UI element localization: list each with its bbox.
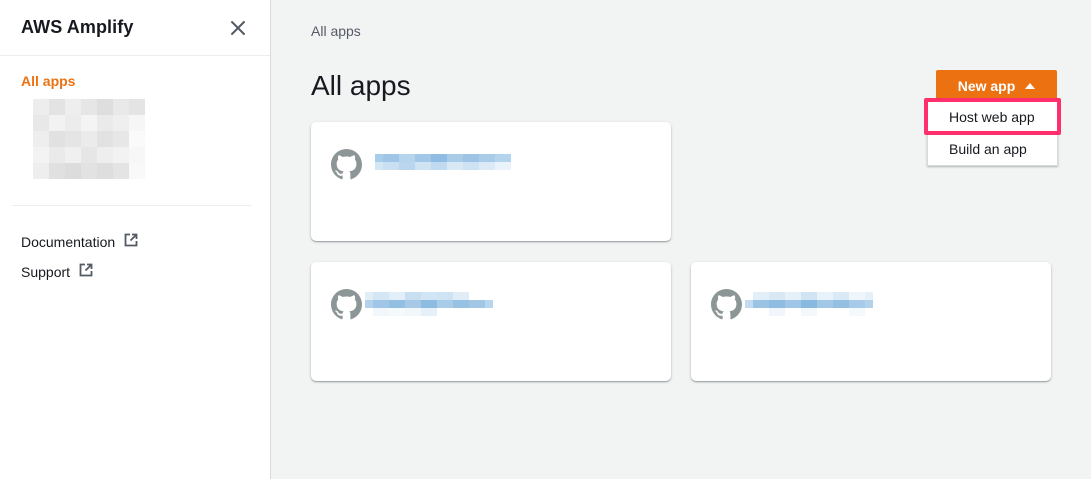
external-link-icon — [79, 263, 93, 280]
github-icon — [331, 289, 362, 320]
redacted-app-name[interactable] — [745, 292, 873, 316]
new-app-dropdown: Host web app Build an app — [927, 100, 1058, 166]
sidebar-divider — [12, 205, 251, 206]
new-app-label: New app — [957, 78, 1016, 94]
documentation-label: Documentation — [21, 233, 116, 250]
sidebar: AWS Amplify All apps Documentation Suppo… — [0, 0, 271, 479]
support-link[interactable]: Support — [21, 263, 93, 280]
breadcrumb[interactable]: All apps — [311, 23, 361, 39]
github-icon — [711, 289, 742, 320]
app-card[interactable] — [311, 122, 671, 241]
redacted-app-name[interactable] — [33, 147, 145, 163]
github-icon — [331, 149, 362, 180]
sidebar-title: AWS Amplify — [21, 17, 134, 37]
caret-up-icon — [1025, 83, 1036, 89]
redacted-app-name[interactable] — [33, 99, 145, 115]
documentation-link[interactable]: Documentation — [21, 233, 138, 250]
support-label: Support — [21, 263, 71, 280]
redacted-app-name[interactable] — [33, 163, 145, 179]
nav-item-all-apps[interactable]: All apps — [21, 73, 75, 89]
build-an-app-option[interactable]: Build an app — [928, 133, 1057, 165]
redacted-app-name[interactable] — [33, 115, 145, 131]
external-link-icon — [124, 233, 138, 250]
sidebar-header: AWS Amplify — [0, 0, 270, 56]
close-icon[interactable] — [227, 17, 249, 39]
app-card[interactable] — [691, 262, 1051, 381]
redacted-app-name[interactable] — [365, 292, 493, 316]
app-card[interactable] — [311, 262, 671, 381]
new-app-button[interactable]: New app — [936, 70, 1057, 102]
host-web-app-option[interactable]: Host web app — [928, 101, 1057, 133]
redacted-app-name[interactable] — [33, 131, 145, 147]
page-title: All apps — [311, 70, 411, 101]
redacted-app-name[interactable] — [367, 154, 511, 178]
